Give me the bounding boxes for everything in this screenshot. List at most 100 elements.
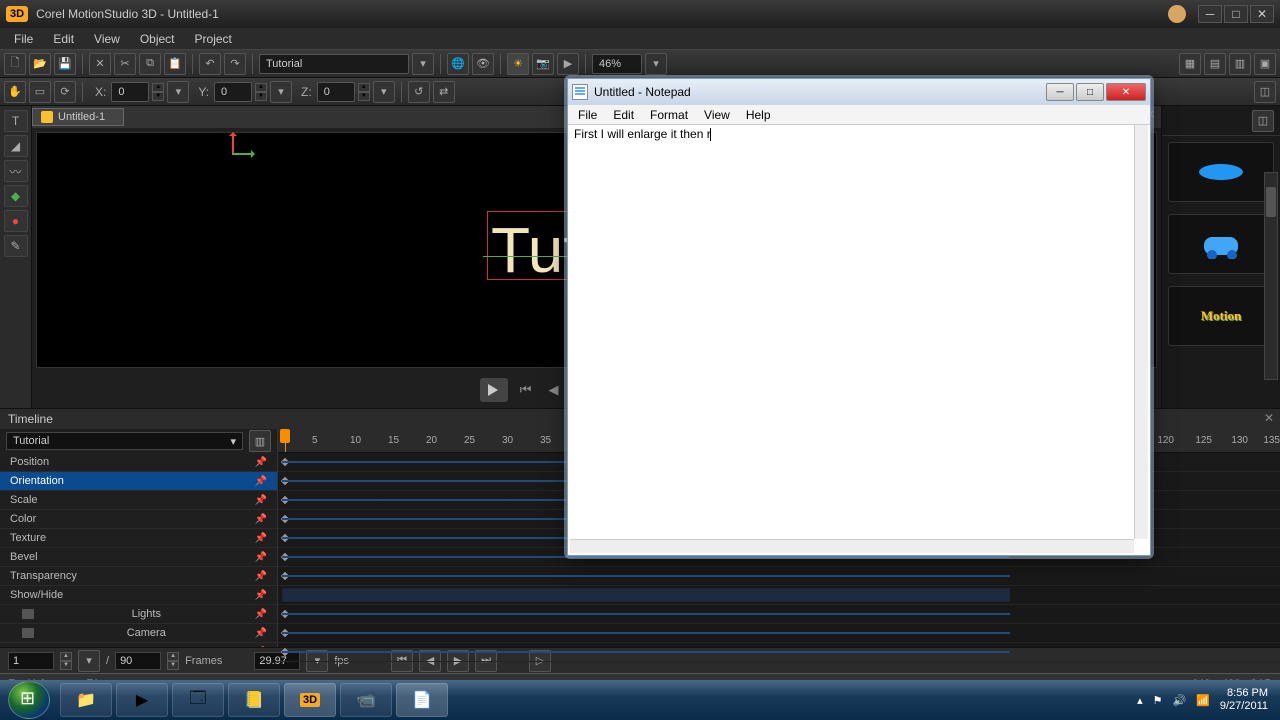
task-app1[interactable]: 🗔 bbox=[172, 683, 224, 717]
tray-volume-icon[interactable]: 🔊 bbox=[1172, 694, 1186, 707]
x-extra-icon[interactable]: ▾ bbox=[167, 81, 189, 103]
notepad-scrollbar-vertical[interactable] bbox=[1134, 125, 1148, 539]
shape-tool-icon[interactable]: ◢ bbox=[4, 135, 28, 157]
notepad-close-button[interactable]: ✕ bbox=[1106, 83, 1146, 101]
notepad-menu-view[interactable]: View bbox=[696, 107, 738, 123]
zoom-dropdown-icon[interactable]: ▾ bbox=[645, 53, 667, 75]
reset-icon[interactable]: ↺ bbox=[408, 81, 430, 103]
path-tool-icon[interactable]: 〰 bbox=[4, 160, 28, 182]
preset-thumb-1[interactable] bbox=[1168, 142, 1274, 202]
menu-project[interactable]: Project bbox=[185, 30, 242, 48]
timeline-track-show-hide[interactable]: Show/Hide📌 bbox=[0, 586, 277, 605]
timeline-row[interactable] bbox=[278, 586, 1280, 605]
maximize-button[interactable]: □ bbox=[1224, 5, 1248, 23]
zoom-input[interactable] bbox=[592, 54, 642, 74]
notepad-menu-format[interactable]: Format bbox=[642, 107, 696, 123]
copy-icon[interactable]: ⧉ bbox=[139, 53, 161, 75]
object-name-dropdown[interactable] bbox=[259, 54, 409, 74]
panel-toggle-icon[interactable]: ◫ bbox=[1254, 81, 1276, 103]
z-input[interactable] bbox=[317, 82, 355, 102]
y-down[interactable]: ▼ bbox=[255, 92, 267, 101]
notepad-scrollbar-horizontal[interactable] bbox=[570, 539, 1134, 553]
notepad-window[interactable]: Untitled - Notepad ─ □ ✕ File Edit Forma… bbox=[567, 78, 1151, 556]
tray-arrow-icon[interactable]: ▴ bbox=[1137, 694, 1143, 707]
x-down[interactable]: ▼ bbox=[152, 92, 164, 101]
menu-object[interactable]: Object bbox=[130, 30, 185, 48]
primitive-tool-icon[interactable]: ◆ bbox=[4, 185, 28, 207]
notepad-titlebar[interactable]: Untitled - Notepad ─ □ ✕ bbox=[568, 79, 1150, 105]
notepad-minimize-button[interactable]: ─ bbox=[1046, 83, 1074, 101]
viewport-tab-untitled[interactable]: Untitled-1 bbox=[32, 108, 124, 126]
task-camera[interactable]: 📹 bbox=[340, 683, 392, 717]
task-notes[interactable]: 📒 bbox=[228, 683, 280, 717]
timeline-track-scale[interactable]: Scale📌 bbox=[0, 491, 277, 510]
timeline-track-texture[interactable]: Texture📌 bbox=[0, 529, 277, 548]
frame-menu-icon[interactable]: ▾ bbox=[78, 650, 100, 672]
light-icon[interactable]: ☀ bbox=[507, 53, 529, 75]
menu-view[interactable]: View bbox=[84, 30, 130, 48]
close-button[interactable]: ✕ bbox=[1250, 5, 1274, 23]
timeline-track-transparency[interactable]: Transparency📌 bbox=[0, 567, 277, 586]
paste-icon[interactable]: 📋 bbox=[164, 53, 186, 75]
timeline-track-color[interactable]: Color📌 bbox=[0, 510, 277, 529]
timeline-track-lights[interactable]: Lights📌 bbox=[0, 605, 277, 624]
y-input[interactable] bbox=[214, 82, 252, 102]
layout-4-icon[interactable]: ▣ bbox=[1254, 53, 1276, 75]
tray-clock[interactable]: 8:56 PM 9/27/2011 bbox=[1220, 687, 1268, 713]
save-file-icon[interactable]: 💾 bbox=[54, 53, 76, 75]
start-button[interactable] bbox=[8, 681, 50, 719]
preset-thumb-2[interactable] bbox=[1168, 214, 1274, 274]
palette-view-icon[interactable]: ◫ bbox=[1252, 110, 1274, 132]
notepad-menu-file[interactable]: File bbox=[570, 107, 605, 123]
notepad-menu-help[interactable]: Help bbox=[738, 107, 779, 123]
timeline-track-background[interactable]: Background📌 bbox=[0, 643, 277, 647]
hand-tool-icon[interactable]: ✋ bbox=[4, 81, 26, 103]
particle-tool-icon[interactable]: ● bbox=[4, 210, 28, 232]
task-motionstudio[interactable]: 3D bbox=[284, 683, 336, 717]
task-media[interactable]: ▶ bbox=[116, 683, 168, 717]
rotate-tool-icon[interactable]: ⟳ bbox=[54, 81, 76, 103]
z-down[interactable]: ▼ bbox=[358, 92, 370, 101]
timeline-options-icon[interactable]: ▥ bbox=[249, 430, 271, 452]
user-badge-icon[interactable] bbox=[1168, 5, 1186, 23]
delete-icon[interactable]: ✕ bbox=[89, 53, 111, 75]
layout-2-icon[interactable]: ▤ bbox=[1204, 53, 1226, 75]
timeline-object-dropdown[interactable]: Tutorial▾ bbox=[6, 432, 243, 450]
timeline-row[interactable] bbox=[278, 624, 1280, 643]
layout-3-icon[interactable]: ▥ bbox=[1229, 53, 1251, 75]
notepad-menu-edit[interactable]: Edit bbox=[605, 107, 642, 123]
timeline-track-bevel[interactable]: Bevel📌 bbox=[0, 548, 277, 567]
total-frames-input[interactable] bbox=[115, 652, 161, 670]
new-file-icon[interactable]: 🗋 bbox=[4, 53, 26, 75]
current-frame-input[interactable] bbox=[8, 652, 54, 670]
timeline-track-camera[interactable]: Camera📌 bbox=[0, 624, 277, 643]
preset-thumb-3[interactable]: Motion bbox=[1168, 286, 1274, 346]
globe-icon[interactable]: 🌐 bbox=[447, 53, 469, 75]
select-tool-icon[interactable]: ▭ bbox=[29, 81, 51, 103]
task-explorer[interactable]: 📁 bbox=[60, 683, 112, 717]
minimize-button[interactable]: ─ bbox=[1198, 5, 1222, 23]
camera-icon[interactable]: 📷 bbox=[532, 53, 554, 75]
play-button[interactable] bbox=[480, 378, 508, 402]
tray-flag-icon[interactable]: ⚑ bbox=[1153, 694, 1163, 707]
eye-icon[interactable]: 👁 bbox=[472, 53, 494, 75]
timeline-row[interactable] bbox=[278, 605, 1280, 624]
z-extra-icon[interactable]: ▾ bbox=[373, 81, 395, 103]
redo-icon[interactable]: ↷ bbox=[224, 53, 246, 75]
dropdown-arrow-icon[interactable]: ▾ bbox=[412, 53, 434, 75]
timeline-close-icon[interactable]: ✕ bbox=[1262, 411, 1276, 425]
axis-toggle-icon[interactable]: ⇄ bbox=[433, 81, 455, 103]
y-up[interactable]: ▲ bbox=[255, 83, 267, 92]
undo-icon[interactable]: ↶ bbox=[199, 53, 221, 75]
palette-scrollbar[interactable] bbox=[1264, 172, 1278, 380]
open-file-icon[interactable]: 📂 bbox=[29, 53, 51, 75]
notepad-text-area[interactable]: First I will enlarge it then r bbox=[570, 125, 1134, 539]
task-notepad[interactable]: 📄 bbox=[396, 683, 448, 717]
goto-start-icon[interactable]: ⏮ bbox=[516, 381, 536, 399]
y-extra-icon[interactable]: ▾ bbox=[270, 81, 292, 103]
menu-edit[interactable]: Edit bbox=[43, 30, 84, 48]
tray-network-icon[interactable]: 📶 bbox=[1196, 694, 1210, 707]
menu-file[interactable]: File bbox=[4, 30, 43, 48]
playhead[interactable] bbox=[284, 429, 292, 452]
timeline-track-orientation[interactable]: Orientation📌 bbox=[0, 472, 277, 491]
